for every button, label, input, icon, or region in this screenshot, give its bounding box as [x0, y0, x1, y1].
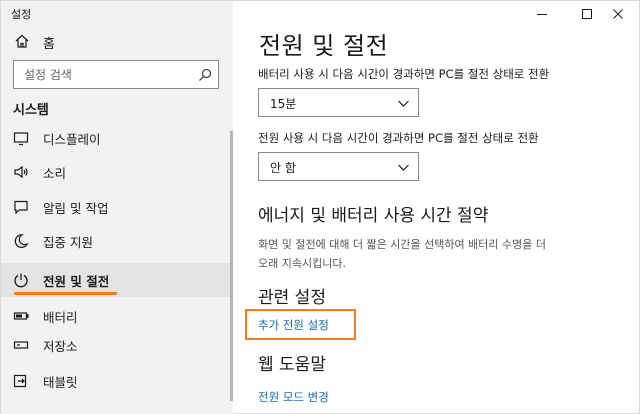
- selection-underline: [14, 292, 117, 295]
- storage-icon: [13, 341, 29, 349]
- energy-text-line-2: 오래 지속시킵니다.: [258, 257, 346, 270]
- battery-sleep-dropdown[interactable]: 15분: [258, 88, 419, 117]
- dropdown-value: 안 함: [270, 161, 296, 175]
- sidebar-item-label: 홈: [43, 37, 55, 52]
- display-icon: [13, 132, 29, 146]
- app-title: 설정: [11, 8, 32, 21]
- sidebar-item-display[interactable]: 디스플레이: [1, 121, 233, 155]
- sidebar-item-storage[interactable]: 저장소: [1, 328, 233, 362]
- settings-window: 설정 홈 시스템 디스플레이: [0, 0, 640, 414]
- battery-sleep-label: 배터리 사용 시 다음 시간이 경과하면 PC를 절전 상태로 전환: [258, 67, 550, 81]
- energy-section-header: 에너지 및 배터리 사용 시간 절약: [258, 206, 489, 226]
- web-help-header: 웹 도움말: [258, 355, 326, 375]
- sidebar-item-label: 배터리: [43, 310, 78, 325]
- tablet-icon: [13, 374, 27, 388]
- sidebar-item-focus-assist[interactable]: 집중 지원: [1, 224, 233, 258]
- additional-power-settings-link[interactable]: 추가 전원 설정: [258, 317, 329, 333]
- sidebar-item-label: 디스플레이: [43, 132, 101, 147]
- search-input[interactable]: [14, 61, 194, 88]
- main-content: 전원 및 절전 배터리 사용 시 다음 시간이 경과하면 PC를 절전 상태로 …: [233, 1, 640, 414]
- battery-icon: [13, 312, 29, 320]
- search-icon[interactable]: [197, 67, 213, 83]
- sidebar: 설정 홈 시스템 디스플레이: [1, 1, 233, 414]
- sidebar-item-label: 집중 지원: [43, 235, 93, 250]
- moon-icon: [14, 234, 29, 248]
- search-box[interactable]: [13, 60, 219, 89]
- section-label: 시스템: [13, 103, 49, 118]
- sidebar-item-notifications[interactable]: 알림 및 작업: [1, 190, 233, 224]
- sidebar-item-home[interactable]: 홈: [1, 27, 233, 55]
- sidebar-item-tablet[interactable]: 태블릿: [1, 364, 233, 398]
- sidebar-item-sound[interactable]: 소리: [1, 155, 233, 189]
- energy-text-line-1: 화면 및 절전에 대해 더 짧은 시간을 선택하여 배터리 수명을 더: [258, 238, 546, 251]
- plugged-sleep-dropdown[interactable]: 안 함: [258, 152, 419, 181]
- power-icon: [14, 273, 28, 288]
- notification-icon: [14, 200, 28, 215]
- home-icon: [15, 34, 29, 48]
- sidebar-item-label: 태블릿: [43, 375, 78, 390]
- related-settings-header: 관련 설정: [258, 288, 326, 308]
- energy-section-text: 화면 및 절전에 대해 더 짧은 시간을 선택하여 배터리 수명을 더 오래 지…: [258, 235, 628, 273]
- speaker-icon: [14, 165, 28, 179]
- chevron-down-icon: [398, 100, 409, 107]
- page-title: 전원 및 절전: [259, 32, 389, 60]
- chevron-down-icon: [398, 164, 409, 171]
- change-power-mode-link[interactable]: 전원 모드 변경: [258, 389, 329, 405]
- sidebar-item-label: 저장소: [43, 339, 78, 354]
- sidebar-item-label: 소리: [43, 166, 67, 181]
- plugged-sleep-label: 전원 사용 시 다음 시간이 경과하면 PC를 절전 상태로 전환: [258, 131, 539, 145]
- dropdown-value: 15분: [270, 97, 297, 111]
- sidebar-item-label: 알림 및 작업: [43, 201, 109, 216]
- sidebar-item-label: 전원 및 절전: [43, 274, 110, 289]
